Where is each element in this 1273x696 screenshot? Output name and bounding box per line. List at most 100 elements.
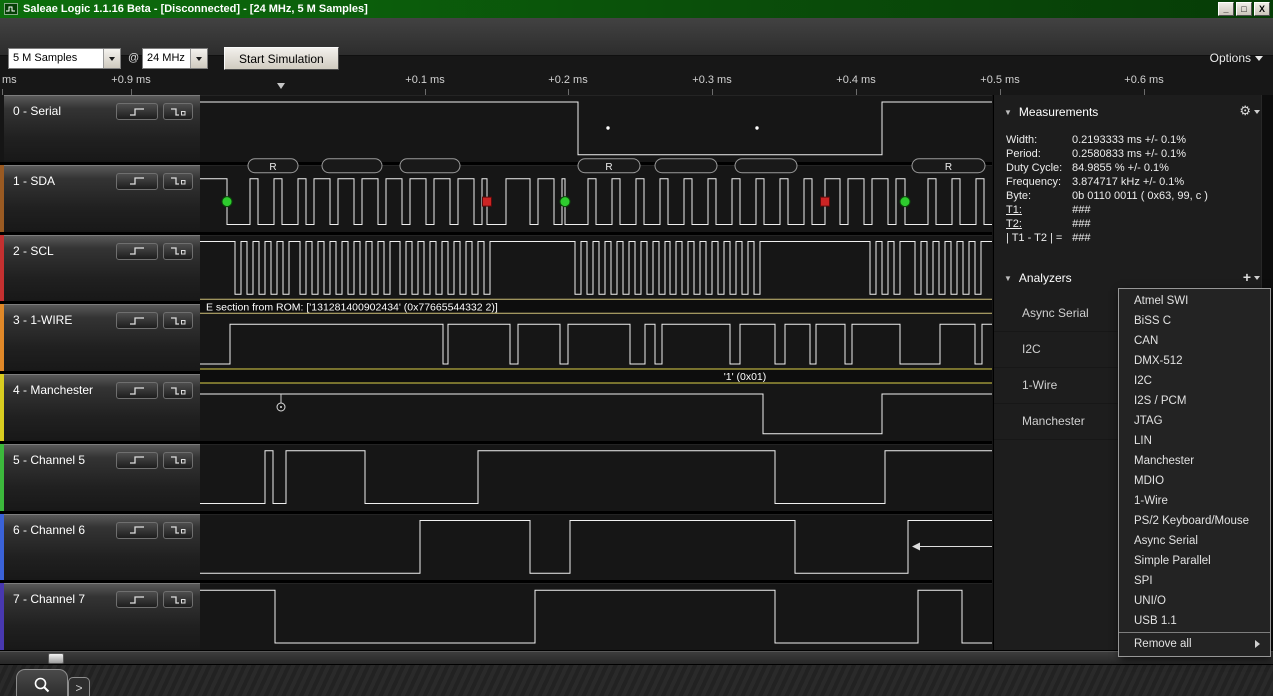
trigger-rising-button[interactable] xyxy=(116,312,158,329)
measurements-settings-button[interactable]: ⚙ xyxy=(1239,104,1260,118)
measurement-label: Frequency: xyxy=(1006,175,1072,189)
tick-mark xyxy=(568,89,569,95)
submenu-arrow-icon xyxy=(1255,640,1264,648)
menu-item[interactable]: DMX-512 xyxy=(1119,351,1270,371)
measurements-list: Width:0.2193333 ms +/- 0.1% Period:0.258… xyxy=(994,125,1273,245)
channel-row-3[interactable]: 3 - 1-WIRE xyxy=(0,304,200,371)
bottom-bar: > xyxy=(0,650,1273,696)
measurement-label: Period: xyxy=(1006,147,1072,161)
trigger-rising-button[interactable] xyxy=(116,591,158,608)
trigger-falling-button[interactable] xyxy=(163,312,193,329)
close-button[interactable]: X xyxy=(1254,2,1270,16)
menu-item[interactable]: 1-Wire xyxy=(1119,491,1270,511)
options-menu-button[interactable]: Options xyxy=(1210,51,1263,65)
menu-item[interactable]: PS/2 Keyboard/Mouse xyxy=(1119,511,1270,531)
maximize-button[interactable]: □ xyxy=(1236,2,1252,16)
samples-select[interactable]: 5 M Samples xyxy=(8,48,121,69)
menu-item[interactable]: USB 1.1 xyxy=(1119,611,1270,631)
options-label: Options xyxy=(1210,51,1251,65)
trigger-rising-button[interactable] xyxy=(116,103,158,120)
start-simulation-button[interactable]: Start Simulation xyxy=(224,47,339,70)
time-tick-label: +0.2 ms xyxy=(548,74,587,86)
falling-edge-icon xyxy=(171,457,179,463)
menu-item[interactable]: BiSS C xyxy=(1119,311,1270,331)
channel-color-stripe xyxy=(0,374,4,441)
toolbar: 5 M Samples @ 24 MHz Start Simulation Op… xyxy=(0,18,1273,56)
menu-item[interactable]: Async Serial xyxy=(1119,531,1270,551)
time-tick-label: +0.6 ms xyxy=(1124,74,1163,86)
scroll-slider-track[interactable] xyxy=(0,650,1273,664)
menu-item[interactable]: Atmel SWI xyxy=(1119,291,1270,311)
measurement-row: Width:0.2193333 ms +/- 0.1% xyxy=(1006,133,1273,147)
samples-dropdown-button[interactable] xyxy=(103,49,120,68)
rising-edge-icon xyxy=(130,248,141,254)
menu-item[interactable]: JTAG xyxy=(1119,411,1270,431)
menu-item[interactable]: CAN xyxy=(1119,331,1270,351)
menu-item[interactable]: UNI/O xyxy=(1119,591,1270,611)
measurement-label: Width: xyxy=(1006,133,1072,147)
rising-edge-icon xyxy=(130,457,141,463)
measurement-row: Period:0.2580833 ms +/- 0.1% xyxy=(1006,147,1273,161)
plus-icon: + xyxy=(1243,270,1251,284)
trigger-falling-button[interactable] xyxy=(163,243,193,260)
channel-row-2[interactable]: 2 - SCL xyxy=(0,235,200,302)
falling-edge-icon xyxy=(171,178,179,184)
trigger-rising-button[interactable] xyxy=(116,452,158,469)
rising-edge-icon xyxy=(130,109,141,115)
menu-item[interactable]: Simple Parallel xyxy=(1119,551,1270,571)
chevron-down-icon xyxy=(109,57,115,64)
trigger-falling-button[interactable] xyxy=(163,173,193,190)
zoom-tool-button[interactable] xyxy=(16,669,68,696)
trigger-falling-button[interactable] xyxy=(163,591,193,608)
trigger-rising-button[interactable] xyxy=(116,382,158,399)
channel-row-6[interactable]: 6 - Channel 6 xyxy=(0,514,200,581)
time-tick-label: +0.1 ms xyxy=(405,74,444,86)
time-tick-label: ms xyxy=(2,74,17,86)
expand-tools-button[interactable]: > xyxy=(68,677,90,696)
measurement-row: Byte:0b 0110 0011 ( 0x63, 99, c ) xyxy=(1006,189,1273,203)
add-analyzer-button[interactable]: + xyxy=(1243,270,1260,284)
remove-all-menu-item[interactable]: Remove all xyxy=(1119,634,1270,654)
menu-item[interactable]: SPI xyxy=(1119,571,1270,591)
trigger-falling-button[interactable] xyxy=(163,452,193,469)
measurement-value: 3.874717 kHz +/- 0.1% xyxy=(1072,175,1184,189)
menu-item[interactable]: I2C xyxy=(1119,371,1270,391)
trigger-rising-button[interactable] xyxy=(116,173,158,190)
channel-row-0[interactable]: 0 - Serial xyxy=(0,95,200,162)
trigger-rising-button[interactable] xyxy=(116,522,158,539)
menu-item[interactable]: Manchester xyxy=(1119,451,1270,471)
title-bar[interactable]: Saleae Logic 1.1.16 Beta - [Disconnected… xyxy=(0,0,1273,18)
trigger-falling-button[interactable] xyxy=(163,103,193,120)
menu-item[interactable]: MDIO xyxy=(1119,471,1270,491)
measurement-row: Duty Cycle:84.9855 % +/- 0.1% xyxy=(1006,161,1273,175)
measurement-label: Duty Cycle: xyxy=(1006,161,1072,175)
channel-row-7[interactable]: 7 - Channel 7 xyxy=(0,583,200,650)
falling-edge-icon xyxy=(171,597,179,603)
channel-name: 4 - Manchester xyxy=(13,383,93,397)
channel-color-stripe xyxy=(0,235,4,302)
channel-name: 3 - 1-WIRE xyxy=(13,313,72,327)
measurement-value: ### xyxy=(1072,217,1090,231)
menu-item[interactable]: LIN xyxy=(1119,431,1270,451)
trigger-falling-button[interactable] xyxy=(163,382,193,399)
falling-edge-icon xyxy=(171,109,179,115)
channel-row-5[interactable]: 5 - Channel 5 xyxy=(0,444,200,511)
window-title: Saleae Logic 1.1.16 Beta - [Disconnected… xyxy=(23,3,1218,15)
channel-row-4[interactable]: 4 - Manchester xyxy=(0,374,200,441)
falling-edge-icon xyxy=(171,388,179,394)
rising-edge-icon xyxy=(130,527,141,533)
sample-rate-select[interactable]: 24 MHz xyxy=(142,48,208,69)
minimize-button[interactable]: _ xyxy=(1218,2,1234,16)
trigger-rising-button[interactable] xyxy=(116,243,158,260)
trigger-falling-button[interactable] xyxy=(163,522,193,539)
scroll-slider-handle[interactable] xyxy=(48,653,64,664)
channel-name: 5 - Channel 5 xyxy=(13,453,85,467)
menu-item[interactable]: I2S / PCM xyxy=(1119,391,1270,411)
measurements-header[interactable]: ▼ Measurements ⚙ xyxy=(994,99,1273,125)
falling-edge-icon xyxy=(171,318,179,324)
rate-dropdown-button[interactable] xyxy=(190,49,207,68)
rate-value: 24 MHz xyxy=(143,49,190,68)
svg-text:'1' (0x01): '1' (0x01) xyxy=(724,371,767,383)
channel-name: 7 - Channel 7 xyxy=(13,592,85,606)
channel-row-1[interactable]: 1 - SDA xyxy=(0,165,200,232)
